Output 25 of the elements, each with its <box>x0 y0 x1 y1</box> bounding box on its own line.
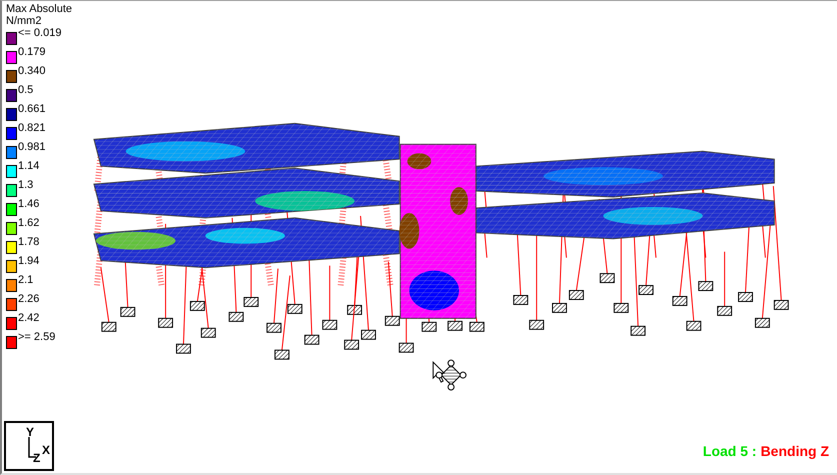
axis-label: Y <box>26 427 34 437</box>
result-type-label: Bending Z <box>760 443 829 459</box>
legend-label: <= 0.019 <box>18 27 62 39</box>
legend-label: 1.46 <box>18 198 40 210</box>
legend-label: 2.42 <box>18 312 40 324</box>
legend-label: 1.62 <box>18 217 40 229</box>
legend-label: 0.661 <box>18 103 46 115</box>
legend-label: 0.179 <box>18 46 46 58</box>
legend-label: 0.981 <box>18 141 46 153</box>
legend-label: 2.1 <box>18 274 34 286</box>
legend-label: 1.94 <box>18 255 40 267</box>
load-case-label: Load 5 : <box>702 443 757 459</box>
legend-title: Max Absolute <box>6 3 74 15</box>
legend-label: 0.821 <box>18 122 46 134</box>
move-handle-icon[interactable] <box>436 360 466 390</box>
legend-label: 2.26 <box>18 293 40 305</box>
legend-label: 1.78 <box>18 236 40 248</box>
legend-label: >= 2.59 <box>18 331 56 343</box>
axis-label: X <box>42 445 50 455</box>
legend-label: 0.340 <box>18 65 46 77</box>
legend-unit: N/mm2 <box>6 15 42 27</box>
legend-label: 0.5 <box>18 84 34 96</box>
axis-label: Z <box>33 453 40 463</box>
legend-label: 1.14 <box>18 160 40 172</box>
legend-label: 1.3 <box>18 179 34 191</box>
